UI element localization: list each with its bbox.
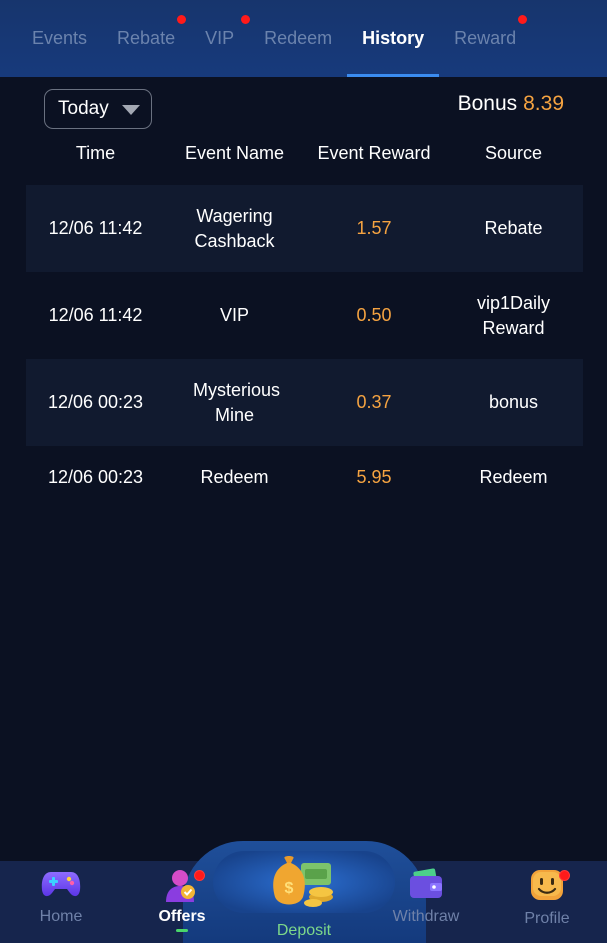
table-row: 12/06 00:23 Redeem 5.95 Redeem xyxy=(26,446,583,508)
cell-event-name: VIP xyxy=(219,305,249,325)
table-row: 12/06 11:42 VIP 0.50 vip1Daily Reward xyxy=(26,272,583,359)
nav-withdraw-label: Withdraw xyxy=(392,908,460,925)
history-table-body: 12/06 11:42 Wagering Cashback 1.57 Rebat… xyxy=(26,185,583,508)
notification-dot xyxy=(194,870,205,881)
cell-time: 12/06 00:23 xyxy=(47,466,144,487)
cell-time: 12/06 00:23 xyxy=(47,392,144,412)
caret-down-icon xyxy=(122,105,140,115)
tab-label: Redeem xyxy=(264,28,333,48)
nav-withdraw[interactable]: Withdraw xyxy=(376,868,476,938)
cell-source: Rebate xyxy=(484,218,543,238)
cell-event-name: Mysterious Mine xyxy=(193,379,281,425)
tab-reward[interactable]: Reward xyxy=(439,0,531,77)
tab-label: VIP xyxy=(205,28,235,48)
tab-vip[interactable]: VIP xyxy=(190,0,251,77)
cell-reward: 0.50 xyxy=(356,305,392,325)
nav-home-label: Home xyxy=(39,908,83,925)
svg-text:$: $ xyxy=(285,880,294,897)
header-event-name: Event Name xyxy=(184,142,285,163)
active-indicator xyxy=(176,929,188,932)
cell-time: 12/06 11:42 xyxy=(48,218,143,238)
bonus-value: 8.39 xyxy=(523,92,564,115)
tab-redeem[interactable]: Redeem xyxy=(249,0,347,77)
notification-dot xyxy=(518,15,528,24)
header-time: Time xyxy=(75,142,116,163)
cell-source: Redeem xyxy=(479,466,548,487)
nav-deposit-label: Deposit xyxy=(276,922,332,939)
tab-history[interactable]: History xyxy=(347,0,440,77)
tab-events[interactable]: Events xyxy=(0,0,102,77)
nav-offers-label: Offers xyxy=(158,908,206,925)
notification-dot xyxy=(177,15,187,24)
cell-event-name: Redeem xyxy=(200,466,269,487)
cell-source: bonus xyxy=(488,392,539,412)
cell-reward: 5.95 xyxy=(356,466,392,487)
wallet-icon xyxy=(410,868,442,898)
nav-home[interactable]: Home xyxy=(11,868,111,938)
nav-offers[interactable]: Offers xyxy=(132,868,232,938)
cell-source: vip1Daily Reward xyxy=(476,292,551,338)
money-bag-icon: $ xyxy=(273,856,333,907)
tab-label: History xyxy=(362,28,425,48)
cell-event-name: Wagering Cashback xyxy=(194,205,275,251)
date-filter-value: Today xyxy=(58,98,109,119)
cell-reward: 0.37 xyxy=(356,392,392,412)
nav-profile-label: Profile xyxy=(524,910,570,927)
table-row: 12/06 00:23 Mysterious Mine 0.37 bonus xyxy=(26,359,583,446)
tab-label: Reward xyxy=(454,28,517,48)
notification-dot xyxy=(559,870,570,881)
header-source: Source xyxy=(484,142,543,163)
cell-reward: 1.57 xyxy=(356,218,392,238)
nav-profile[interactable]: Profile xyxy=(497,868,597,938)
top-tab-bar: Events Rebate VIP Redeem History Reward xyxy=(0,0,607,77)
header-event-reward: Event Reward xyxy=(317,142,431,163)
tab-label: Rebate xyxy=(117,28,176,48)
cell-time: 12/06 11:42 xyxy=(48,305,143,325)
bonus-total: Bonus 8.39 xyxy=(458,92,564,116)
bonus-label: Bonus xyxy=(457,92,518,115)
tab-label: Events xyxy=(32,28,88,48)
gamepad-icon xyxy=(41,872,81,897)
table-row: 12/06 11:42 Wagering Cashback 1.57 Rebat… xyxy=(26,185,583,272)
history-table-header: Time Event Name Event Reward Source xyxy=(26,137,583,169)
tab-rebate[interactable]: Rebate xyxy=(102,0,190,77)
date-filter-dropdown[interactable]: Today xyxy=(44,89,152,129)
